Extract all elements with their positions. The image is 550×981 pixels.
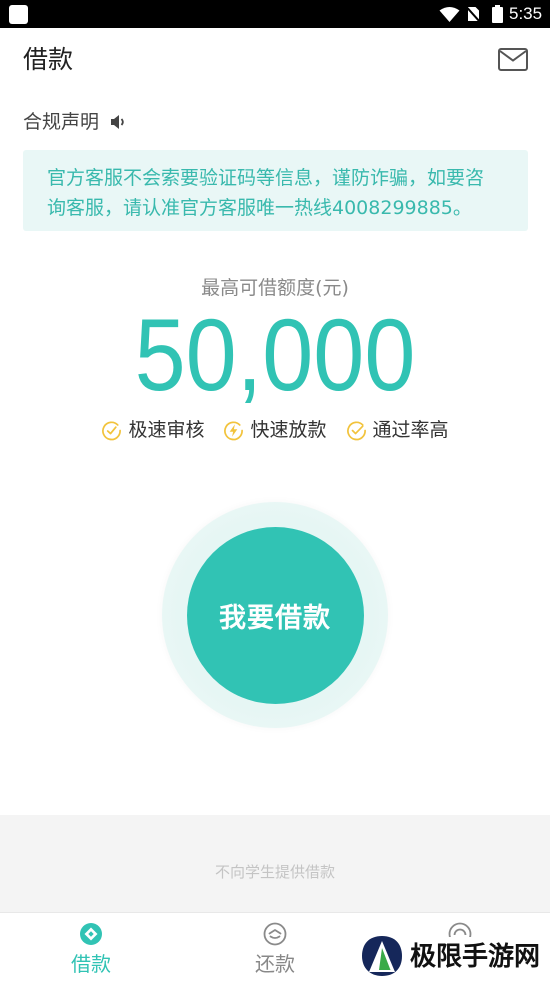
app-icon xyxy=(9,5,28,24)
compliance-statement[interactable]: 合规声明 xyxy=(23,110,127,134)
feature-item: 通过率高 xyxy=(346,418,449,442)
check-circle-icon xyxy=(346,420,366,440)
page-title: 借款 xyxy=(23,45,74,74)
wifi-icon xyxy=(439,7,460,22)
status-time: 5:35 xyxy=(509,4,543,23)
watermark: 极限手游网 xyxy=(355,936,550,981)
footer-note: 不向学生提供借款 xyxy=(214,863,335,881)
anti-fraud-notice: 官方客服不会索要验证码等信息，谨防诈骗，如要咨询客服，请认准官方客服唯一热线40… xyxy=(23,150,528,231)
feature-label: 极速审核 xyxy=(128,419,205,441)
feature-label: 快速放款 xyxy=(250,419,327,441)
watermark-logo-icon xyxy=(362,936,402,976)
borrow-button-label: 我要借款 xyxy=(219,602,331,634)
feature-item: 快速放款 xyxy=(223,418,327,442)
feature-item: 极速审核 xyxy=(101,418,204,442)
feature-list: 极速审核 快速放款 通过率高 xyxy=(0,418,550,442)
nav-label: 借款 xyxy=(71,952,111,976)
repay-icon xyxy=(263,922,287,946)
limit-amount-container: 50,000 xyxy=(0,298,550,412)
compliance-label: 合规声明 xyxy=(23,111,100,133)
limit-amount: 50,000 xyxy=(134,298,416,412)
nav-item-repay[interactable]: 还款 xyxy=(215,913,335,981)
borrow-button-ring: 我要借款 xyxy=(162,502,388,728)
lightning-icon xyxy=(224,420,244,440)
footer-area: 不向学生提供借款 xyxy=(0,815,550,912)
status-bar: 5:35 xyxy=(0,0,550,28)
mail-icon[interactable] xyxy=(498,48,528,71)
borrow-button[interactable]: 我要借款 xyxy=(186,526,364,704)
borrow-icon xyxy=(80,923,102,945)
clock-check-icon xyxy=(102,420,122,440)
feature-label: 通过率高 xyxy=(372,419,449,441)
speaker-icon[interactable] xyxy=(109,113,127,131)
no-sim-icon xyxy=(467,7,480,22)
notice-text: 官方客服不会索要验证码等信息，谨防诈骗，如要咨询客服，请认准官方客服唯一热线40… xyxy=(47,167,485,219)
nav-item-borrow[interactable]: 借款 xyxy=(31,913,151,981)
limit-label: 最高可借额度(元) xyxy=(201,277,349,299)
battery-icon xyxy=(492,5,503,23)
watermark-text: 极限手游网 xyxy=(410,942,541,972)
nav-label: 还款 xyxy=(255,952,295,976)
